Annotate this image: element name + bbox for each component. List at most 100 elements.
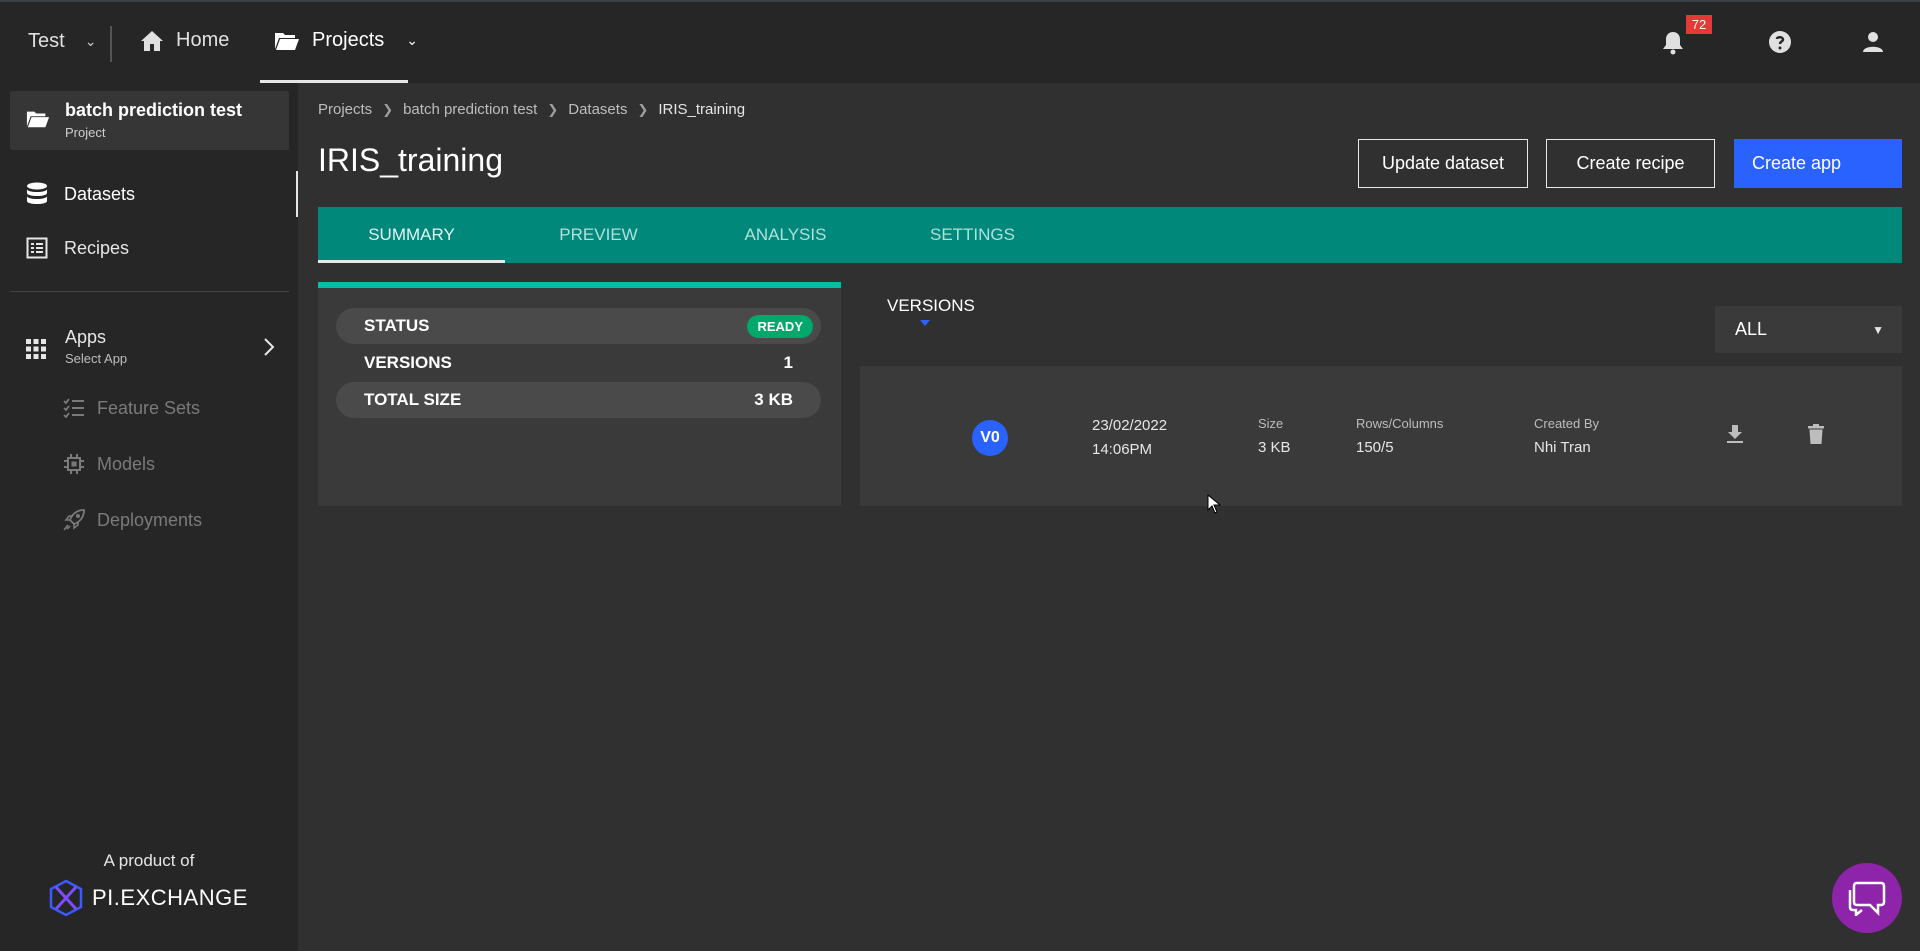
workspace-selector[interactable]: Test ⌄ [28, 30, 96, 53]
status-row: STATUS READY [336, 308, 821, 344]
sidebar-item-label: Models [97, 453, 156, 474]
page-title: IRIS_training [318, 142, 503, 178]
product-of-label: A product of [103, 851, 195, 870]
nav-home[interactable]: Home [140, 29, 229, 52]
brand-logo: PI.EXCHANGE [48, 879, 248, 917]
trash-icon [1808, 424, 1824, 444]
project-type: Project [65, 125, 106, 140]
version-filter-value: ALL [1735, 319, 1768, 339]
user-icon [1863, 32, 1883, 52]
versions-value: 1 [783, 353, 793, 372]
active-item-indicator [296, 171, 298, 217]
user-menu-button[interactable] [1862, 31, 1884, 58]
nav-projects[interactable]: Projects ⌄ [274, 29, 418, 52]
download-button[interactable] [1726, 424, 1744, 449]
breadcrumb: Projects ❯ batch prediction test ❯ Datas… [318, 101, 745, 118]
help-icon [1769, 31, 1791, 53]
sidebar-item-feature-sets[interactable]: Feature Sets [0, 388, 298, 428]
divider [10, 291, 289, 292]
chevron-right-icon: ❯ [382, 101, 394, 117]
version-size-label: Size [1258, 416, 1284, 431]
version-date-day: 23/02/2022 [1092, 417, 1168, 434]
versions-label: VERSIONS [364, 353, 452, 372]
divider [110, 26, 112, 62]
versions-heading: VERSIONS [887, 296, 975, 315]
sidebar-item-label: Feature Sets [97, 397, 201, 418]
grid-icon [26, 339, 46, 359]
breadcrumb-projects[interactable]: Projects [318, 101, 372, 118]
total-size-label: TOTAL SIZE [364, 390, 462, 409]
version-row[interactable]: V0 23/02/2022 14:06PM Size 3 KB Rows/Col… [860, 366, 1902, 506]
version-created-by: Created By Nhi Tran [1534, 416, 1599, 456]
rocket-icon [63, 509, 85, 531]
pi-exchange-logo-icon [49, 879, 83, 917]
delete-button[interactable] [1808, 424, 1824, 449]
chevron-right-icon: ❯ [547, 101, 559, 117]
status-label: STATUS [364, 316, 430, 335]
chevron-down-icon[interactable]: ⌄ [406, 32, 418, 49]
sidebar-item-label: Deployments [97, 509, 203, 530]
home-icon [141, 30, 163, 51]
total-size-value: 3 KB [754, 390, 793, 409]
workspace-name: Test [28, 30, 65, 52]
tab-settings[interactable]: SETTINGS [879, 207, 1066, 263]
chevron-down-icon: ⌄ [84, 33, 97, 49]
chevron-right-icon [264, 338, 275, 356]
version-size-value: 3 KB [1258, 439, 1291, 456]
chat-button[interactable] [1832, 863, 1902, 933]
tab-preview[interactable]: PREVIEW [505, 207, 692, 263]
folder-open-icon [26, 111, 50, 128]
notifications-button[interactable] [1662, 31, 1684, 60]
sidebar-item-recipes[interactable]: Recipes [0, 225, 298, 271]
version-rc-label: Rows/Columns [1356, 416, 1444, 431]
download-icon [1727, 425, 1743, 443]
sidebar-item-models[interactable]: Models [0, 444, 298, 484]
version-rc-value: 150/5 [1356, 439, 1394, 456]
apps-sublabel: Select App [65, 351, 128, 366]
project-name: batch prediction test [65, 100, 243, 120]
list-box-icon [26, 237, 48, 259]
help-button[interactable] [1768, 30, 1792, 59]
checklist-icon [63, 398, 84, 418]
create-recipe-button[interactable]: Create recipe [1546, 139, 1715, 188]
breadcrumb-project[interactable]: batch prediction test [403, 101, 537, 118]
update-dataset-button[interactable]: Update dataset [1358, 139, 1528, 188]
sidebar: batch prediction test Project Datasets R… [0, 83, 298, 951]
current-project-card[interactable]: batch prediction test Project [10, 91, 289, 150]
projects-label: Projects [312, 29, 385, 51]
version-rows-columns: Rows/Columns 150/5 [1356, 416, 1443, 456]
apps-label: Apps [65, 327, 107, 347]
version-filter-select[interactable]: ALL ▼ [1715, 306, 1902, 353]
sidebar-item-label: Datasets [64, 183, 136, 204]
top-bar: Test ⌄ Home Projects ⌄ 72 [0, 0, 1920, 83]
sidebar-item-apps[interactable]: Apps Select App [0, 323, 298, 373]
tab-analysis[interactable]: ANALYSIS [692, 207, 879, 263]
sidebar-item-deployments[interactable]: Deployments [0, 500, 298, 540]
sidebar-item-label: Recipes [64, 237, 130, 258]
version-date: 23/02/2022 14:06PM [1092, 414, 1167, 462]
summary-card: STATUS READY VERSIONS 1 TOTAL SIZE 3 KB [318, 282, 841, 506]
version-badge: V0 [972, 420, 1008, 456]
home-label: Home [176, 29, 230, 51]
version-size: Size 3 KB [1258, 416, 1291, 456]
status-badge: READY [747, 314, 813, 338]
sidebar-item-datasets[interactable]: Datasets [0, 171, 298, 217]
version-created-value: Nhi Tran [1534, 439, 1591, 456]
folder-open-icon [275, 32, 299, 50]
tab-summary[interactable]: SUMMARY [318, 207, 505, 263]
breadcrumb-current: IRIS_training [658, 101, 746, 118]
chevron-right-icon: ❯ [637, 101, 649, 117]
brand-name: PI.EXCHANGE [92, 885, 248, 910]
notification-badge: 72 [1686, 15, 1712, 34]
mouse-cursor-icon [1207, 493, 1222, 519]
chat-bubble-icon [1848, 881, 1886, 916]
chip-icon [64, 454, 84, 474]
create-app-button[interactable]: Create app [1734, 139, 1902, 188]
total-size-row: TOTAL SIZE 3 KB [336, 382, 821, 418]
caret-down-icon [920, 320, 930, 326]
triangle-down-icon: ▼ [1872, 322, 1884, 337]
bell-icon [1663, 32, 1683, 55]
versions-row: VERSIONS 1 [336, 345, 821, 381]
database-icon [27, 182, 47, 204]
breadcrumb-datasets[interactable]: Datasets [568, 101, 627, 118]
